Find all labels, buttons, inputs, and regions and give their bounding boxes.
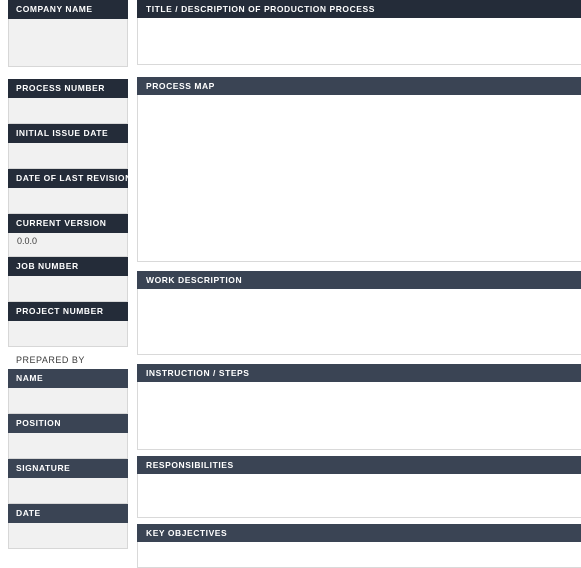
field-prepared-by-signature: SIGNATURE — [8, 459, 128, 504]
field-current-version: CURRENT VERSION 0.0.0 — [8, 214, 128, 257]
section-label-key-objectives: KEY OBJECTIVES — [137, 524, 581, 542]
field-label-process-number: PROCESS NUMBER — [8, 79, 128, 98]
right-column: TITLE / DESCRIPTION OF PRODUCTION PROCES… — [137, 0, 581, 568]
field-input-current-version[interactable]: 0.0.0 — [8, 233, 128, 257]
field-company-name: COMPANY NAME — [8, 0, 128, 67]
field-prepared-by-name: NAME — [8, 369, 128, 414]
section-label-instruction-steps: INSTRUCTION / STEPS — [137, 364, 581, 382]
field-input-prepared-by-date[interactable] — [8, 523, 128, 549]
section-input-title-description[interactable] — [137, 18, 581, 65]
field-input-process-number[interactable] — [8, 98, 128, 124]
section-label-process-map: PROCESS MAP — [137, 77, 581, 95]
section-responsibilities: RESPONSIBILITIES — [137, 456, 581, 518]
section-input-instruction-steps[interactable] — [137, 382, 581, 450]
section-label-title-description: TITLE / DESCRIPTION OF PRODUCTION PROCES… — [137, 0, 581, 18]
section-process-map: PROCESS MAP — [137, 77, 581, 262]
section-title-description: TITLE / DESCRIPTION OF PRODUCTION PROCES… — [137, 0, 581, 65]
prepared-by-heading: PREPARED BY — [16, 355, 85, 365]
section-input-responsibilities[interactable] — [137, 474, 581, 518]
section-input-work-description[interactable] — [137, 289, 581, 355]
section-key-objectives: KEY OBJECTIVES — [137, 524, 581, 568]
field-job-number: JOB NUMBER — [8, 257, 128, 302]
section-label-work-description: WORK DESCRIPTION — [137, 271, 581, 289]
field-input-prepared-by-signature[interactable] — [8, 478, 128, 504]
field-label-initial-issue-date: INITIAL ISSUE DATE — [8, 124, 128, 143]
field-date-of-last-revision: DATE OF LAST REVISION — [8, 169, 128, 214]
section-input-key-objectives[interactable] — [137, 542, 581, 568]
field-input-company-name[interactable] — [8, 19, 128, 67]
field-label-prepared-by-name: NAME — [8, 369, 128, 388]
field-label-project-number: PROJECT NUMBER — [8, 302, 128, 321]
field-label-date-of-last-revision: DATE OF LAST REVISION — [8, 169, 128, 188]
section-work-description: WORK DESCRIPTION — [137, 271, 581, 355]
field-input-job-number[interactable] — [8, 276, 128, 302]
field-input-project-number[interactable] — [8, 321, 128, 347]
field-input-prepared-by-position[interactable] — [8, 433, 128, 459]
field-project-number: PROJECT NUMBER — [8, 302, 128, 347]
section-instruction-steps: INSTRUCTION / STEPS — [137, 364, 581, 450]
field-input-initial-issue-date[interactable] — [8, 143, 128, 169]
field-label-prepared-by-position: POSITION — [8, 414, 128, 433]
field-prepared-by-position: POSITION — [8, 414, 128, 459]
left-column: COMPANY NAME PROCESS NUMBER INITIAL ISSU… — [8, 0, 128, 549]
field-input-date-of-last-revision[interactable] — [8, 188, 128, 214]
section-input-process-map[interactable] — [137, 95, 581, 262]
field-label-job-number: JOB NUMBER — [8, 257, 128, 276]
field-label-current-version: CURRENT VERSION — [8, 214, 128, 233]
field-label-prepared-by-date: DATE — [8, 504, 128, 523]
sop-form-sheet: COMPANY NAME PROCESS NUMBER INITIAL ISSU… — [0, 0, 581, 568]
field-input-prepared-by-name[interactable] — [8, 388, 128, 414]
field-label-prepared-by-signature: SIGNATURE — [8, 459, 128, 478]
field-label-company-name: COMPANY NAME — [8, 0, 128, 19]
field-initial-issue-date: INITIAL ISSUE DATE — [8, 124, 128, 169]
field-prepared-by-date: DATE — [8, 504, 128, 549]
section-label-responsibilities: RESPONSIBILITIES — [137, 456, 581, 474]
field-process-number: PROCESS NUMBER — [8, 79, 128, 124]
